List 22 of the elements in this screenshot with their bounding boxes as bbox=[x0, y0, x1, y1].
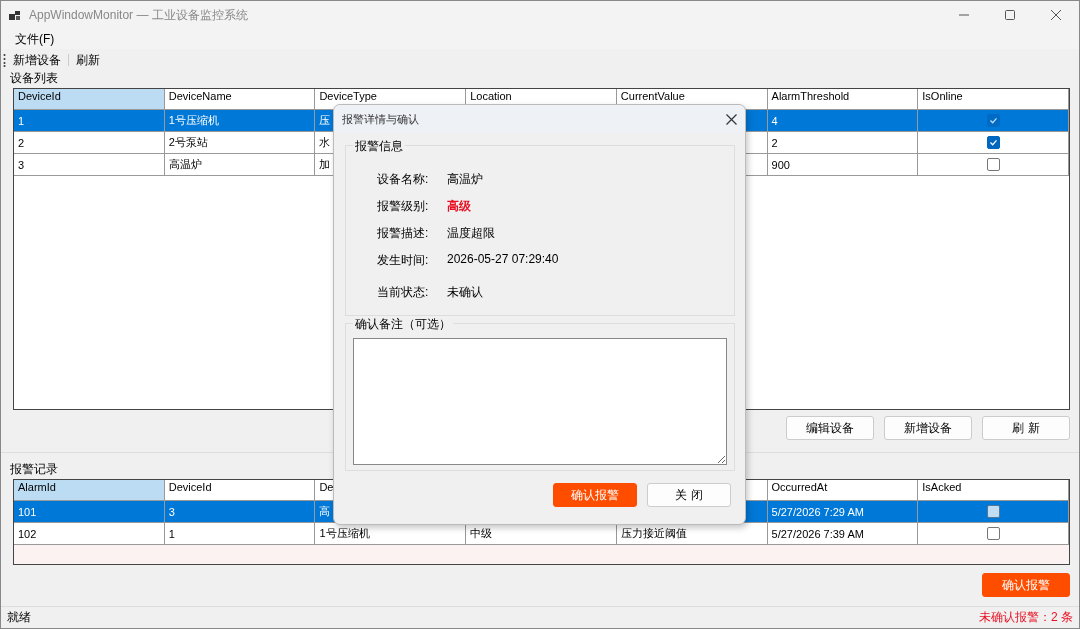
table-cell: 3 bbox=[14, 154, 165, 176]
group-title: 报警信息 bbox=[353, 138, 405, 155]
table-cell: 102 bbox=[14, 523, 165, 545]
field-value: 未确认 bbox=[447, 284, 483, 301]
field-label: 报警描述: bbox=[377, 226, 429, 240]
status-text: 就绪 bbox=[7, 609, 31, 626]
group-title: 确认备注（可选） bbox=[353, 316, 453, 333]
section-title: 设备列表 bbox=[10, 71, 58, 85]
section-title: 报警记录 bbox=[10, 462, 58, 476]
field-value: 高级 bbox=[447, 198, 471, 215]
alarm-count: 未确认报警：2 条 bbox=[979, 609, 1073, 626]
window-title: AppWindowMonitor — 工业设备监控系统 bbox=[29, 6, 249, 24]
table-cell: 900 bbox=[767, 154, 919, 176]
field-label: 报警级别: bbox=[377, 199, 429, 213]
table-cell: 高温炉 bbox=[164, 154, 316, 176]
field-value: 2026-05-27 07:29:40 bbox=[447, 252, 559, 268]
field-value: 温度超限 bbox=[447, 225, 495, 242]
field-label: 发生时间: bbox=[377, 253, 429, 267]
field-label: 当前状态: bbox=[377, 285, 429, 299]
table-cell: 5/27/2026 7:39 AM bbox=[767, 523, 919, 545]
table-cell: 1 bbox=[164, 523, 316, 545]
dialog-title: 报警详情与确认 bbox=[342, 111, 419, 127]
